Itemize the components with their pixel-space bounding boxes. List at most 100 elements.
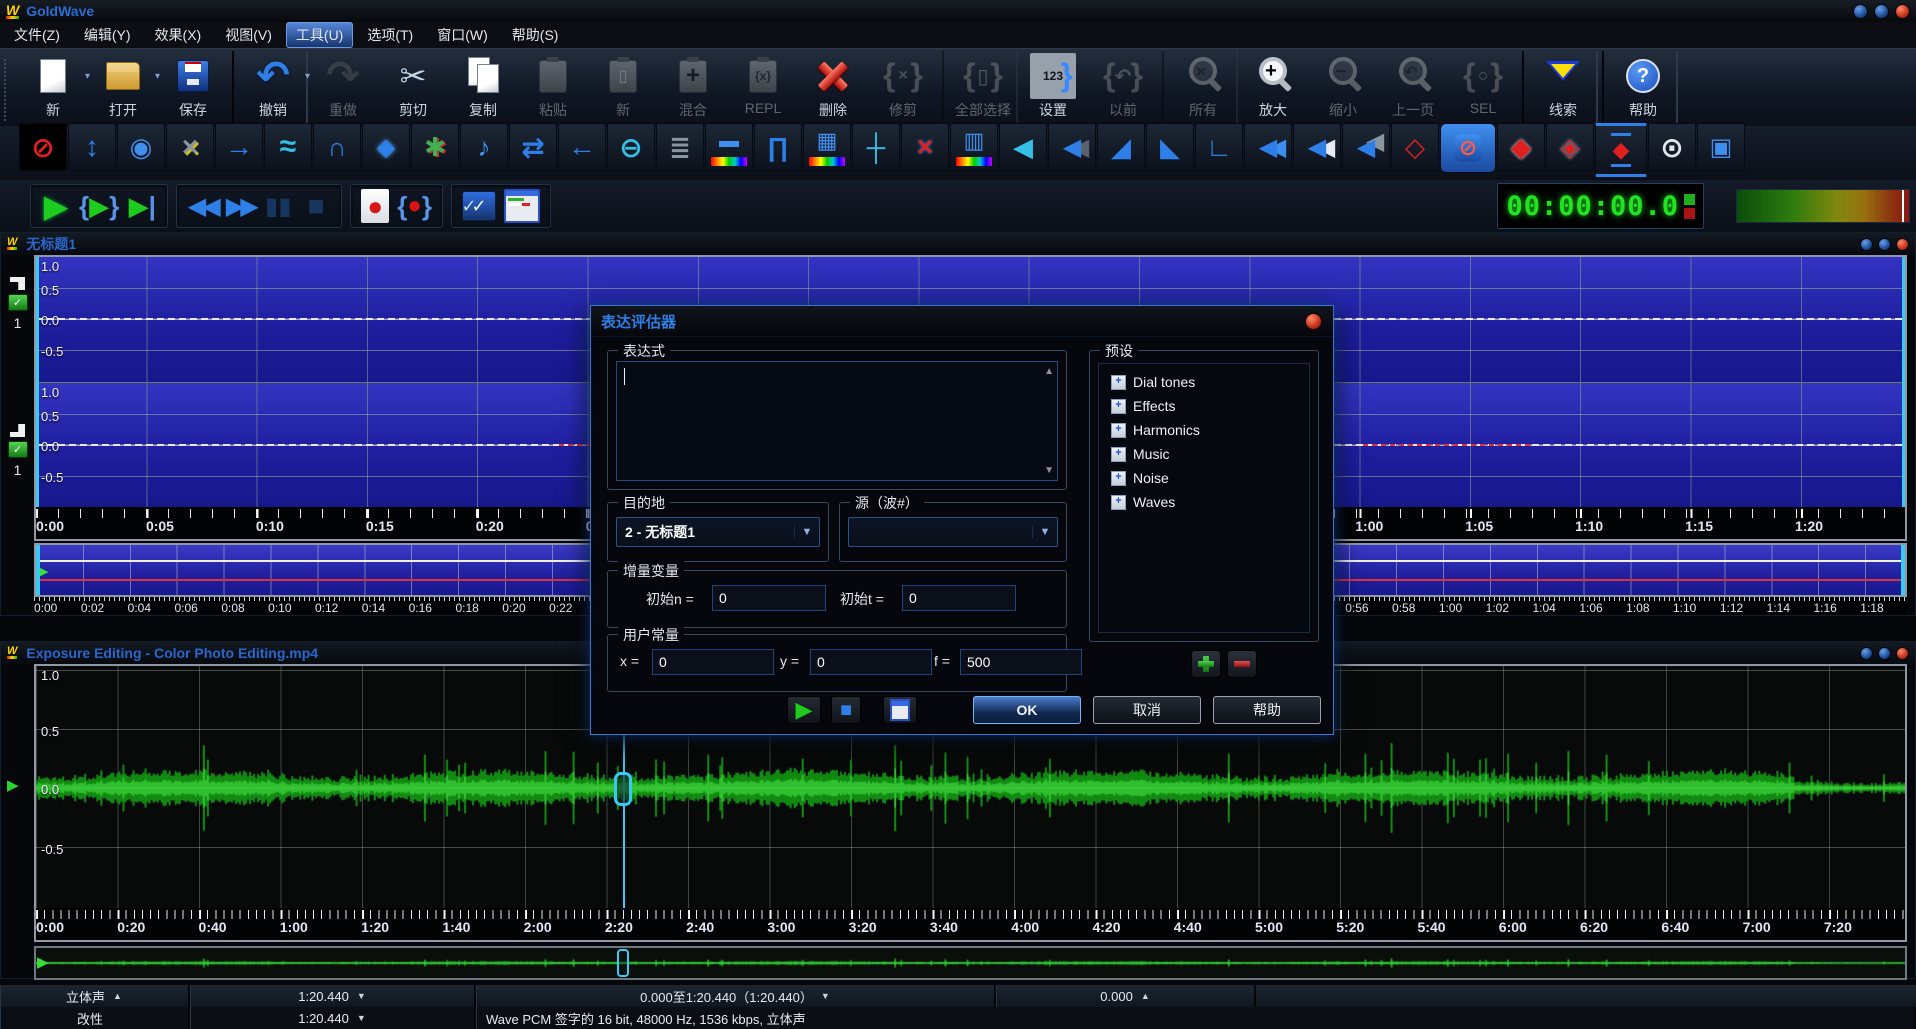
evaluate-stop-button[interactable]: ■ xyxy=(831,696,861,724)
doc-minimize-button[interactable] xyxy=(1860,647,1873,660)
tree-expand-icon[interactable]: + xyxy=(1111,447,1126,462)
preset-tree-item[interactable]: + Effects xyxy=(1103,394,1305,418)
overview-selection-end[interactable] xyxy=(1901,545,1905,595)
minimize-button[interactable] xyxy=(1853,4,1868,19)
preset-tree-item[interactable]: + Music xyxy=(1103,442,1305,466)
close-button[interactable] xyxy=(1895,4,1910,19)
previous-selection-button[interactable]: ↶ ▾ 以前 xyxy=(1088,51,1158,129)
maximize-button[interactable] xyxy=(1874,4,1889,19)
x-field[interactable] xyxy=(652,649,774,675)
playlist-icon[interactable]: ♪ xyxy=(460,123,508,171)
new-button[interactable]: ▾ 新 xyxy=(18,51,88,129)
tree-expand-icon[interactable]: + xyxy=(1111,375,1126,390)
tree-expand-icon[interactable]: + xyxy=(1111,495,1126,510)
flanger-icon[interactable]: ≈ xyxy=(264,123,312,171)
expander-icon[interactable]: ◆ xyxy=(1497,123,1545,171)
paste-new-button[interactable]: ▯ ▾ 新 xyxy=(588,51,658,129)
copy-button[interactable]: ▾ 复制 xyxy=(448,51,518,129)
preset-tree-item[interactable]: + Waves xyxy=(1103,490,1305,514)
set-selection-button[interactable]: 123 ▾ 设置 xyxy=(1018,51,1088,129)
status-length2[interactable]: 1:20.440▼ xyxy=(190,1007,476,1029)
delete-button[interactable]: ▾ 删除 xyxy=(798,51,868,129)
time-shift-icon[interactable]: ← xyxy=(558,123,606,171)
y-field[interactable] xyxy=(810,649,932,675)
play-button[interactable]: ▶ xyxy=(41,187,71,225)
select-all-button[interactable]: ▯ ▾ 全部选择 xyxy=(942,51,1018,129)
status-modified[interactable]: 改性 xyxy=(0,1007,190,1029)
doc-maximize-button[interactable] xyxy=(1878,647,1891,660)
fade-in-icon[interactable]: ◢ xyxy=(1097,123,1145,171)
time-warp-icon[interactable]: ⊙ xyxy=(1648,123,1696,171)
auto-level-icon[interactable]: ◀ xyxy=(1342,123,1390,171)
toolbar-grip[interactable] xyxy=(4,59,14,121)
dialog-close-button[interactable] xyxy=(1304,312,1323,331)
channel-enabled-checkbox[interactable]: ✓ xyxy=(8,441,28,458)
stop-button[interactable]: ■ xyxy=(301,187,331,225)
menu-effects[interactable]: 效果(X) xyxy=(145,22,212,48)
remove-preset-button[interactable] xyxy=(1227,650,1257,678)
fast-forward-button[interactable]: ▶▶ xyxy=(225,187,255,225)
menu-edit[interactable]: 编辑(Y) xyxy=(74,22,141,48)
play-position-marker-icon[interactable]: ▶ xyxy=(7,776,19,794)
band-filter-icon[interactable]: ▬ xyxy=(705,123,753,171)
overview-selection-start[interactable] xyxy=(36,545,40,595)
invert-icon[interactable]: ∩ xyxy=(313,123,361,171)
doc-minimize-button[interactable] xyxy=(1860,238,1873,251)
evaluate-play-button[interactable]: ▶ xyxy=(787,696,821,724)
doc-close-button[interactable] xyxy=(1896,647,1909,660)
mechanize-icon[interactable]: ◆ xyxy=(362,123,410,171)
zoom-previous-button[interactable]: ↶ ▾ 上一页 xyxy=(1378,51,1448,129)
pop-click-icon[interactable]: ┼ xyxy=(852,123,900,171)
tree-expand-icon[interactable]: + xyxy=(1111,471,1126,486)
mix-button[interactable]: + ▾ 混合 xyxy=(658,51,728,129)
zoom-in-button[interactable]: + ▾ 放大 xyxy=(1238,51,1308,129)
preset-tree-item[interactable]: + Noise xyxy=(1103,466,1305,490)
noise-diamond-icon[interactable]: ◈ xyxy=(1546,123,1594,171)
menu-window[interactable]: 窗口(W) xyxy=(427,22,498,48)
undo-button[interactable]: ↶ ▾ 撤销 xyxy=(232,51,308,129)
offset-icon[interactable]: → xyxy=(215,123,263,171)
zoom-selection-button[interactable]: ○ ▾ SEL xyxy=(1448,51,1518,129)
overview-playhead-marker[interactable] xyxy=(617,949,629,977)
doc1-titlebar[interactable]: W 无标题1 xyxy=(1,233,1915,255)
doc-maximize-button[interactable] xyxy=(1878,238,1891,251)
shape-volume-icon[interactable]: ∟ xyxy=(1195,123,1243,171)
channel-splitter-icon[interactable]: ⊖ xyxy=(607,123,655,171)
destination-select[interactable]: 2 - 无标题1 ▼ xyxy=(616,517,820,547)
channel-indicator-icon[interactable] xyxy=(10,424,25,437)
trim-button[interactable]: × ▾ 修剪 xyxy=(868,51,938,129)
initial-t-field[interactable] xyxy=(902,585,1016,611)
disable-gadgets-icon[interactable]: ⊘ xyxy=(19,123,67,171)
f-field[interactable] xyxy=(960,649,1082,675)
doppler-icon[interactable]: ◉ xyxy=(117,123,165,171)
pitch-xy-icon[interactable]: × xyxy=(166,123,214,171)
menu-tools[interactable]: 工具(U) xyxy=(286,22,353,48)
channel-enabled-checkbox[interactable]: ✓ xyxy=(8,294,28,311)
help-button[interactable]: ? ▾ 帮助 xyxy=(1602,51,1678,129)
expression-input[interactable] xyxy=(617,362,1057,480)
preset-tree-item[interactable]: + Harmonics xyxy=(1103,418,1305,442)
tree-expand-icon[interactable]: + xyxy=(1111,399,1126,414)
censor-icon[interactable]: ⊘ xyxy=(1440,123,1496,173)
open-button[interactable]: ▾ 打开 xyxy=(88,51,158,129)
ok-button[interactable]: OK xyxy=(973,696,1081,724)
adjust-shape-icon[interactable]: ↕ xyxy=(68,123,116,171)
menu-file[interactable]: 文件(Z) xyxy=(4,22,70,48)
status-length[interactable]: 1:20.440▼ xyxy=(190,985,476,1007)
cancel-button[interactable]: 取消 xyxy=(1093,696,1201,724)
exchange-channels-icon[interactable]: ⇄ xyxy=(509,123,557,171)
scroll-down-icon[interactable]: ▼ xyxy=(1044,465,1054,476)
channel-indicator-icon[interactable] xyxy=(10,277,25,290)
control-properties-button[interactable] xyxy=(504,189,540,223)
status-position[interactable]: 0.000▲ xyxy=(996,985,1256,1007)
source-select[interactable]: ▼ xyxy=(848,517,1058,547)
zoom-all-button[interactable]: × ▾ 所有 xyxy=(1162,51,1238,129)
menu-view[interactable]: 视图(V) xyxy=(215,22,282,48)
equalizer-sliders-icon[interactable]: ≣ xyxy=(656,123,704,171)
help-dialog-button[interactable]: 帮助 xyxy=(1213,696,1321,724)
limiter-icon[interactable]: ◆ xyxy=(1595,123,1647,177)
doc2-overview-strip[interactable]: ▶ xyxy=(34,946,1907,980)
zoom-out-button[interactable]: − ▾ 缩小 xyxy=(1308,51,1378,129)
record-button[interactable]: ● xyxy=(361,189,389,223)
play-selection-button[interactable]: {▶} xyxy=(79,187,119,225)
